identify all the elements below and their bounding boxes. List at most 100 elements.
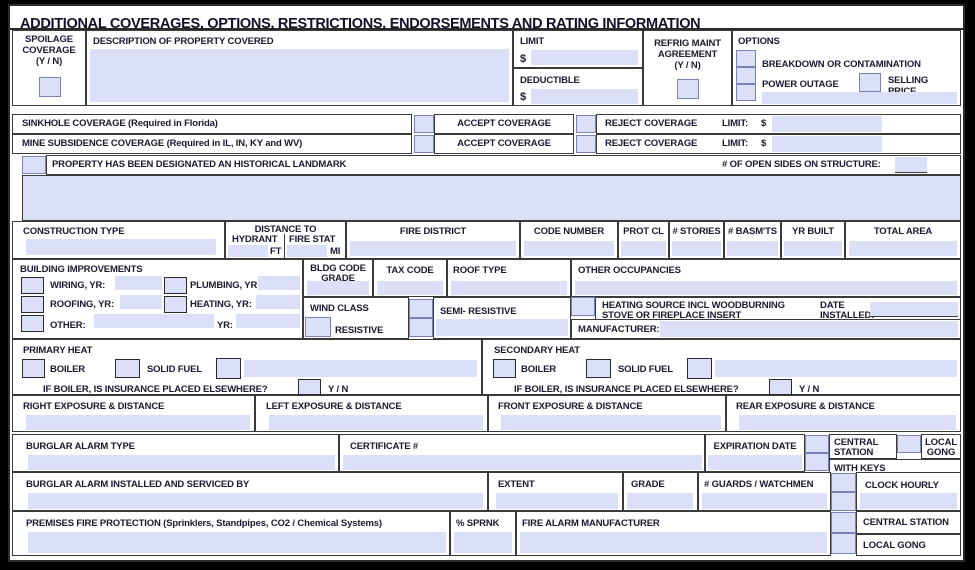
secondary-heat-solid-fuel-checkbox[interactable] <box>586 359 611 378</box>
premises-fire-protection-input[interactable] <box>28 532 446 553</box>
clock-hourly-checkbox[interactable] <box>831 473 856 492</box>
certificate-input[interactable] <box>343 455 702 470</box>
stories-input[interactable] <box>672 241 721 256</box>
sprnk-label: % SPRNK <box>456 518 500 529</box>
guards-watchmen-input[interactable] <box>702 493 827 509</box>
heating-source-date-input[interactable] <box>870 302 958 317</box>
heating-checkbox[interactable] <box>164 296 187 313</box>
grade-input[interactable] <box>627 493 693 509</box>
mine-accept-checkbox[interactable] <box>414 135 434 153</box>
right-exposure-input[interactable] <box>26 415 250 430</box>
clock-hourly-checkbox-2[interactable] <box>831 492 856 511</box>
construction-type-input[interactable] <box>26 239 216 255</box>
wiring-year-input[interactable] <box>115 276 162 290</box>
basements-input[interactable] <box>727 241 778 256</box>
secondary-heat-boiler-checkbox[interactable] <box>493 359 516 378</box>
other-improvement-checkbox[interactable] <box>21 315 44 332</box>
fire-stat-input[interactable] <box>287 245 327 257</box>
hydrant-input[interactable] <box>228 245 268 257</box>
central-station-checkbox[interactable] <box>805 435 829 453</box>
basements-label: # BASM'TS <box>728 226 777 237</box>
roofing-year-input[interactable] <box>120 295 162 309</box>
primary-heat-other-input[interactable] <box>244 360 477 377</box>
description-label: DESCRIPTION OF PROPERTY COVERED <box>93 36 274 47</box>
wind-class-label: WIND CLASS <box>310 303 369 314</box>
remarks-input[interactable] <box>23 176 960 220</box>
code-number-input[interactable] <box>524 241 614 256</box>
with-keys-checkbox[interactable] <box>805 453 829 471</box>
semi-resistive-input[interactable] <box>436 319 568 336</box>
expiration-date-input[interactable] <box>708 455 802 470</box>
refrig-checkbox[interactable] <box>677 79 699 99</box>
open-sides-label: # OF OPEN SIDES ON STRUCTURE: <box>722 159 881 170</box>
selling-price-checkbox[interactable] <box>859 73 881 92</box>
primary-heat-other-checkbox[interactable] <box>216 358 241 379</box>
heating-source-checkbox[interactable] <box>571 297 595 316</box>
yr-built-input[interactable] <box>784 241 842 256</box>
limit-input[interactable] <box>531 50 638 65</box>
fire-stat-label: FIRE STAT <box>289 234 336 245</box>
secondary-heat-other-input[interactable] <box>715 360 957 377</box>
fire-alarm-manufacturer-input[interactable] <box>520 532 827 553</box>
left-exposure-input[interactable] <box>269 415 483 430</box>
secondary-heat-other-checkbox[interactable] <box>687 358 712 379</box>
roofing-checkbox[interactable] <box>21 296 44 313</box>
breakdown-contamination-checkbox[interactable] <box>736 50 756 67</box>
extent-input[interactable] <box>496 493 618 509</box>
wiring-checkbox[interactable] <box>21 277 44 294</box>
fire-local-gong-checkbox[interactable] <box>831 533 856 554</box>
sinkhole-accept-checkbox[interactable] <box>414 115 434 133</box>
total-area-label: TOTAL AREA <box>873 226 933 237</box>
primary-heat-solid-fuel-checkbox[interactable] <box>115 359 140 378</box>
manufacturer-input[interactable] <box>660 321 958 337</box>
plumbing-checkbox[interactable] <box>164 277 187 294</box>
title-bar: ADDITIONAL COVERAGES, OPTIONS, RESTRICTI… <box>10 6 963 32</box>
rear-exposure-input[interactable] <box>739 415 956 430</box>
deductible-label: DEDUCTIBLE <box>520 75 580 86</box>
front-exposure-input[interactable] <box>501 415 721 430</box>
sinkhole-reject-checkbox[interactable] <box>576 115 596 133</box>
fire-district-input[interactable] <box>350 241 516 256</box>
stories-label: # STORIES <box>672 226 721 237</box>
primary-heat-elsewhere-label: IF BOILER, IS INSURANCE PLACED ELSEWHERE… <box>43 384 268 395</box>
power-outage-label: POWER OUTAGE <box>762 79 839 90</box>
power-outage-checkbox[interactable] <box>736 67 756 84</box>
fire-central-station-checkbox[interactable] <box>831 512 856 533</box>
historical-landmark-checkbox[interactable] <box>22 156 46 174</box>
deductible-input[interactable] <box>531 89 638 104</box>
options-extra-input[interactable] <box>762 92 957 104</box>
other-occupancies-input[interactable] <box>575 281 957 295</box>
burglar-alarm-type-label: BURGLAR ALARM TYPE <box>26 441 135 452</box>
burglar-alarm-installed-input[interactable] <box>28 493 483 509</box>
open-sides-input[interactable] <box>895 157 927 173</box>
primary-heat-solid-fuel-label: SOLID FUEL <box>147 364 202 375</box>
heating-year-input[interactable] <box>256 295 300 309</box>
primary-heat-heading: PRIMARY HEAT <box>23 345 93 356</box>
primary-heat-boiler-checkbox[interactable] <box>22 359 45 378</box>
mine-limit-input[interactable] <box>772 136 882 152</box>
total-area-input[interactable] <box>849 241 957 256</box>
options-extra-checkbox[interactable] <box>736 84 756 101</box>
roof-type-input[interactable] <box>451 281 567 295</box>
sinkhole-limit-label: LIMIT: <box>722 118 749 129</box>
wind-class-semi-resistive-checkbox[interactable] <box>409 299 433 318</box>
mine-reject-checkbox[interactable] <box>576 135 596 153</box>
local-gong-checkbox[interactable] <box>897 435 921 453</box>
wind-class-resistive-checkbox[interactable] <box>305 317 331 337</box>
secondary-heat-elsewhere-checkbox[interactable] <box>769 379 792 395</box>
tax-code-input[interactable] <box>377 281 443 295</box>
burglar-alarm-type-input[interactable] <box>28 455 335 470</box>
spoilage-checkbox[interactable] <box>39 77 61 97</box>
sprnk-input[interactable] <box>454 532 512 553</box>
clock-hourly-input[interactable] <box>860 493 957 509</box>
wind-class-semi-resistive-checkbox-2[interactable] <box>409 318 433 337</box>
left-exposure-label: LEFT EXPOSURE & DISTANCE <box>266 401 402 412</box>
sinkhole-limit-input[interactable] <box>772 116 882 132</box>
bldg-code-grade-input[interactable] <box>307 281 369 295</box>
other-improvement-yr-input[interactable] <box>236 314 300 328</box>
plumbing-year-input[interactable] <box>258 276 300 290</box>
primary-heat-elsewhere-checkbox[interactable] <box>298 379 321 395</box>
prot-cl-input[interactable] <box>621 241 666 256</box>
other-improvement-input[interactable] <box>94 314 214 328</box>
description-input[interactable] <box>90 49 509 102</box>
